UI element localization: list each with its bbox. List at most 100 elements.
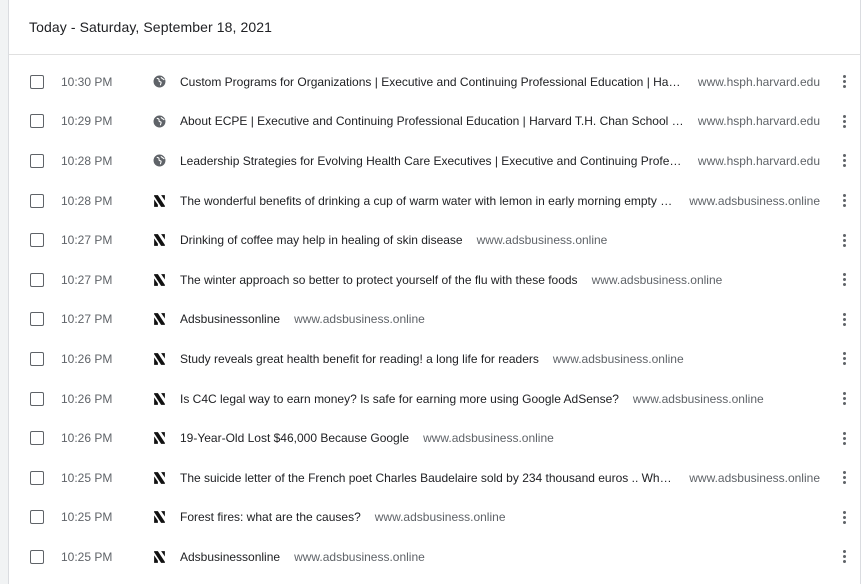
row-link[interactable]: The wonderful benefits of drinking a cup… xyxy=(180,194,820,208)
more-vert-icon xyxy=(842,392,846,406)
history-row[interactable]: 10:27 PM Drinking of coffee may help in … xyxy=(9,220,860,260)
page-domain[interactable]: www.adsbusiness.online xyxy=(689,471,820,485)
row-checkbox[interactable] xyxy=(30,114,44,129)
history-row[interactable]: 10:30 PM Custom Programs for Organizatio… xyxy=(9,62,860,102)
page-domain[interactable]: www.adsbusiness.online xyxy=(477,233,608,247)
more-actions-button[interactable] xyxy=(836,349,852,369)
row-link[interactable]: Study reveals great health benefit for r… xyxy=(180,352,820,366)
visit-time: 10:27 PM xyxy=(61,312,113,327)
more-actions-button[interactable] xyxy=(836,389,852,409)
visit-time: 10:27 PM xyxy=(61,233,113,248)
more-vert-icon xyxy=(842,114,846,128)
page-title[interactable]: 19-Year-Old Lost $46,000 Because Google xyxy=(180,431,409,445)
page-domain[interactable]: www.adsbusiness.online xyxy=(375,510,506,524)
row-checkbox[interactable] xyxy=(30,312,44,327)
row-link[interactable]: The winter approach so better to protect… xyxy=(180,273,820,287)
history-row[interactable]: 10:29 PM About ECPE | Executive and Cont… xyxy=(9,102,860,142)
more-vert-icon xyxy=(842,194,846,208)
visit-time: 10:30 PM xyxy=(61,74,113,89)
page-domain[interactable]: www.hsph.harvard.edu xyxy=(698,114,820,128)
page-title[interactable]: Drinking of coffee may help in healing o… xyxy=(180,233,463,247)
page-domain[interactable]: www.adsbusiness.online xyxy=(553,352,684,366)
page-title[interactable]: The wonderful benefits of drinking a cup… xyxy=(180,194,675,208)
page-title[interactable]: Custom Programs for Organizations | Exec… xyxy=(180,75,684,89)
more-actions-button[interactable] xyxy=(836,270,852,290)
visit-time: 10:26 PM xyxy=(61,351,113,366)
page-domain[interactable]: www.adsbusiness.online xyxy=(633,392,764,406)
page-title[interactable]: The winter approach so better to protect… xyxy=(180,273,578,287)
more-actions-button[interactable] xyxy=(836,151,852,171)
history-row[interactable]: 10:26 PM Study reveals great health bene… xyxy=(9,339,860,379)
visit-time: 10:27 PM xyxy=(61,272,113,287)
more-actions-button[interactable] xyxy=(836,230,852,250)
row-checkbox[interactable] xyxy=(30,233,44,248)
history-list: 10:30 PM Custom Programs for Organizatio… xyxy=(9,55,860,577)
row-checkbox[interactable] xyxy=(30,510,44,525)
page-title[interactable]: About ECPE | Executive and Continuing Pr… xyxy=(180,114,684,128)
visit-time: 10:26 PM xyxy=(61,391,113,406)
row-link[interactable]: Adsbusinessonline www.adsbusiness.online xyxy=(180,312,820,326)
page-title[interactable]: Leadership Strategies for Evolving Healt… xyxy=(180,154,684,168)
row-checkbox[interactable] xyxy=(30,153,44,168)
more-actions-button[interactable] xyxy=(836,507,852,527)
history-row[interactable]: 10:27 PM Adsbusinessonline www.adsbusine… xyxy=(9,300,860,340)
more-actions-button[interactable] xyxy=(836,309,852,329)
row-checkbox[interactable] xyxy=(30,391,44,406)
page-domain[interactable]: www.hsph.harvard.edu xyxy=(698,75,820,89)
row-link[interactable]: Is C4C legal way to earn money? Is safe … xyxy=(180,392,820,406)
row-checkbox[interactable] xyxy=(30,74,44,89)
more-actions-button[interactable] xyxy=(836,428,852,448)
more-actions-button[interactable] xyxy=(836,468,852,488)
row-link[interactable]: About ECPE | Executive and Continuing Pr… xyxy=(180,114,820,128)
row-link[interactable]: 19-Year-Old Lost $46,000 Because Google … xyxy=(180,431,820,445)
page-domain[interactable]: www.adsbusiness.online xyxy=(592,273,723,287)
adsbusiness-logo-icon xyxy=(152,471,166,485)
adsbusiness-logo-icon xyxy=(152,431,166,445)
more-actions-button[interactable] xyxy=(836,111,852,131)
page-domain[interactable]: www.adsbusiness.online xyxy=(689,194,820,208)
more-actions-button[interactable] xyxy=(836,191,852,211)
history-row[interactable]: 10:25 PM Adsbusinessonline www.adsbusine… xyxy=(9,537,860,577)
page-title[interactable]: Forest fires: what are the causes? xyxy=(180,510,361,524)
row-checkbox[interactable] xyxy=(30,549,44,564)
history-row[interactable]: 10:28 PM The wonderful benefits of drink… xyxy=(9,181,860,221)
page-title[interactable]: Adsbusinessonline xyxy=(180,550,280,564)
more-actions-button[interactable] xyxy=(836,547,852,567)
page-domain[interactable]: www.adsbusiness.online xyxy=(294,312,425,326)
history-row[interactable]: 10:26 PM 19-Year-Old Lost $46,000 Becaus… xyxy=(9,418,860,458)
page-domain[interactable]: www.adsbusiness.online xyxy=(423,431,554,445)
history-row[interactable]: 10:26 PM Is C4C legal way to earn money?… xyxy=(9,379,860,419)
visit-time: 10:28 PM xyxy=(61,193,113,208)
row-checkbox[interactable] xyxy=(30,431,44,446)
more-vert-icon xyxy=(842,75,846,89)
more-vert-icon xyxy=(842,273,846,287)
adsbusiness-logo-icon xyxy=(152,194,166,208)
row-link[interactable]: Leadership Strategies for Evolving Healt… xyxy=(180,154,820,168)
globe-icon xyxy=(152,114,166,128)
history-row[interactable]: 10:28 PM Leadership Strategies for Evolv… xyxy=(9,141,860,181)
page-title[interactable]: Is C4C legal way to earn money? Is safe … xyxy=(180,392,619,406)
more-actions-button[interactable] xyxy=(836,72,852,92)
history-row[interactable]: 10:25 PM Forest fires: what are the caus… xyxy=(9,498,860,538)
history-row[interactable]: 10:25 PM The suicide letter of the Frenc… xyxy=(9,458,860,498)
row-checkbox[interactable] xyxy=(30,193,44,208)
row-checkbox[interactable] xyxy=(30,272,44,287)
row-link[interactable]: Drinking of coffee may help in healing o… xyxy=(180,233,820,247)
adsbusiness-logo-icon xyxy=(152,550,166,564)
adsbusiness-logo-icon xyxy=(152,312,166,326)
page-domain[interactable]: www.hsph.harvard.edu xyxy=(698,154,820,168)
page-title[interactable]: Adsbusinessonline xyxy=(180,312,280,326)
row-link[interactable]: Adsbusinessonline www.adsbusiness.online xyxy=(180,550,820,564)
history-row[interactable]: 10:27 PM The winter approach so better t… xyxy=(9,260,860,300)
row-checkbox[interactable] xyxy=(30,470,44,485)
adsbusiness-logo-icon xyxy=(152,233,166,247)
row-link[interactable]: Custom Programs for Organizations | Exec… xyxy=(180,75,820,89)
row-checkbox[interactable] xyxy=(30,351,44,366)
globe-icon xyxy=(152,75,166,89)
page-domain[interactable]: www.adsbusiness.online xyxy=(294,550,425,564)
adsbusiness-logo-icon xyxy=(152,273,166,287)
row-link[interactable]: The suicide letter of the French poet Ch… xyxy=(180,471,820,485)
page-title[interactable]: The suicide letter of the French poet Ch… xyxy=(180,471,675,485)
page-title[interactable]: Study reveals great health benefit for r… xyxy=(180,352,539,366)
row-link[interactable]: Forest fires: what are the causes? www.a… xyxy=(180,510,820,524)
